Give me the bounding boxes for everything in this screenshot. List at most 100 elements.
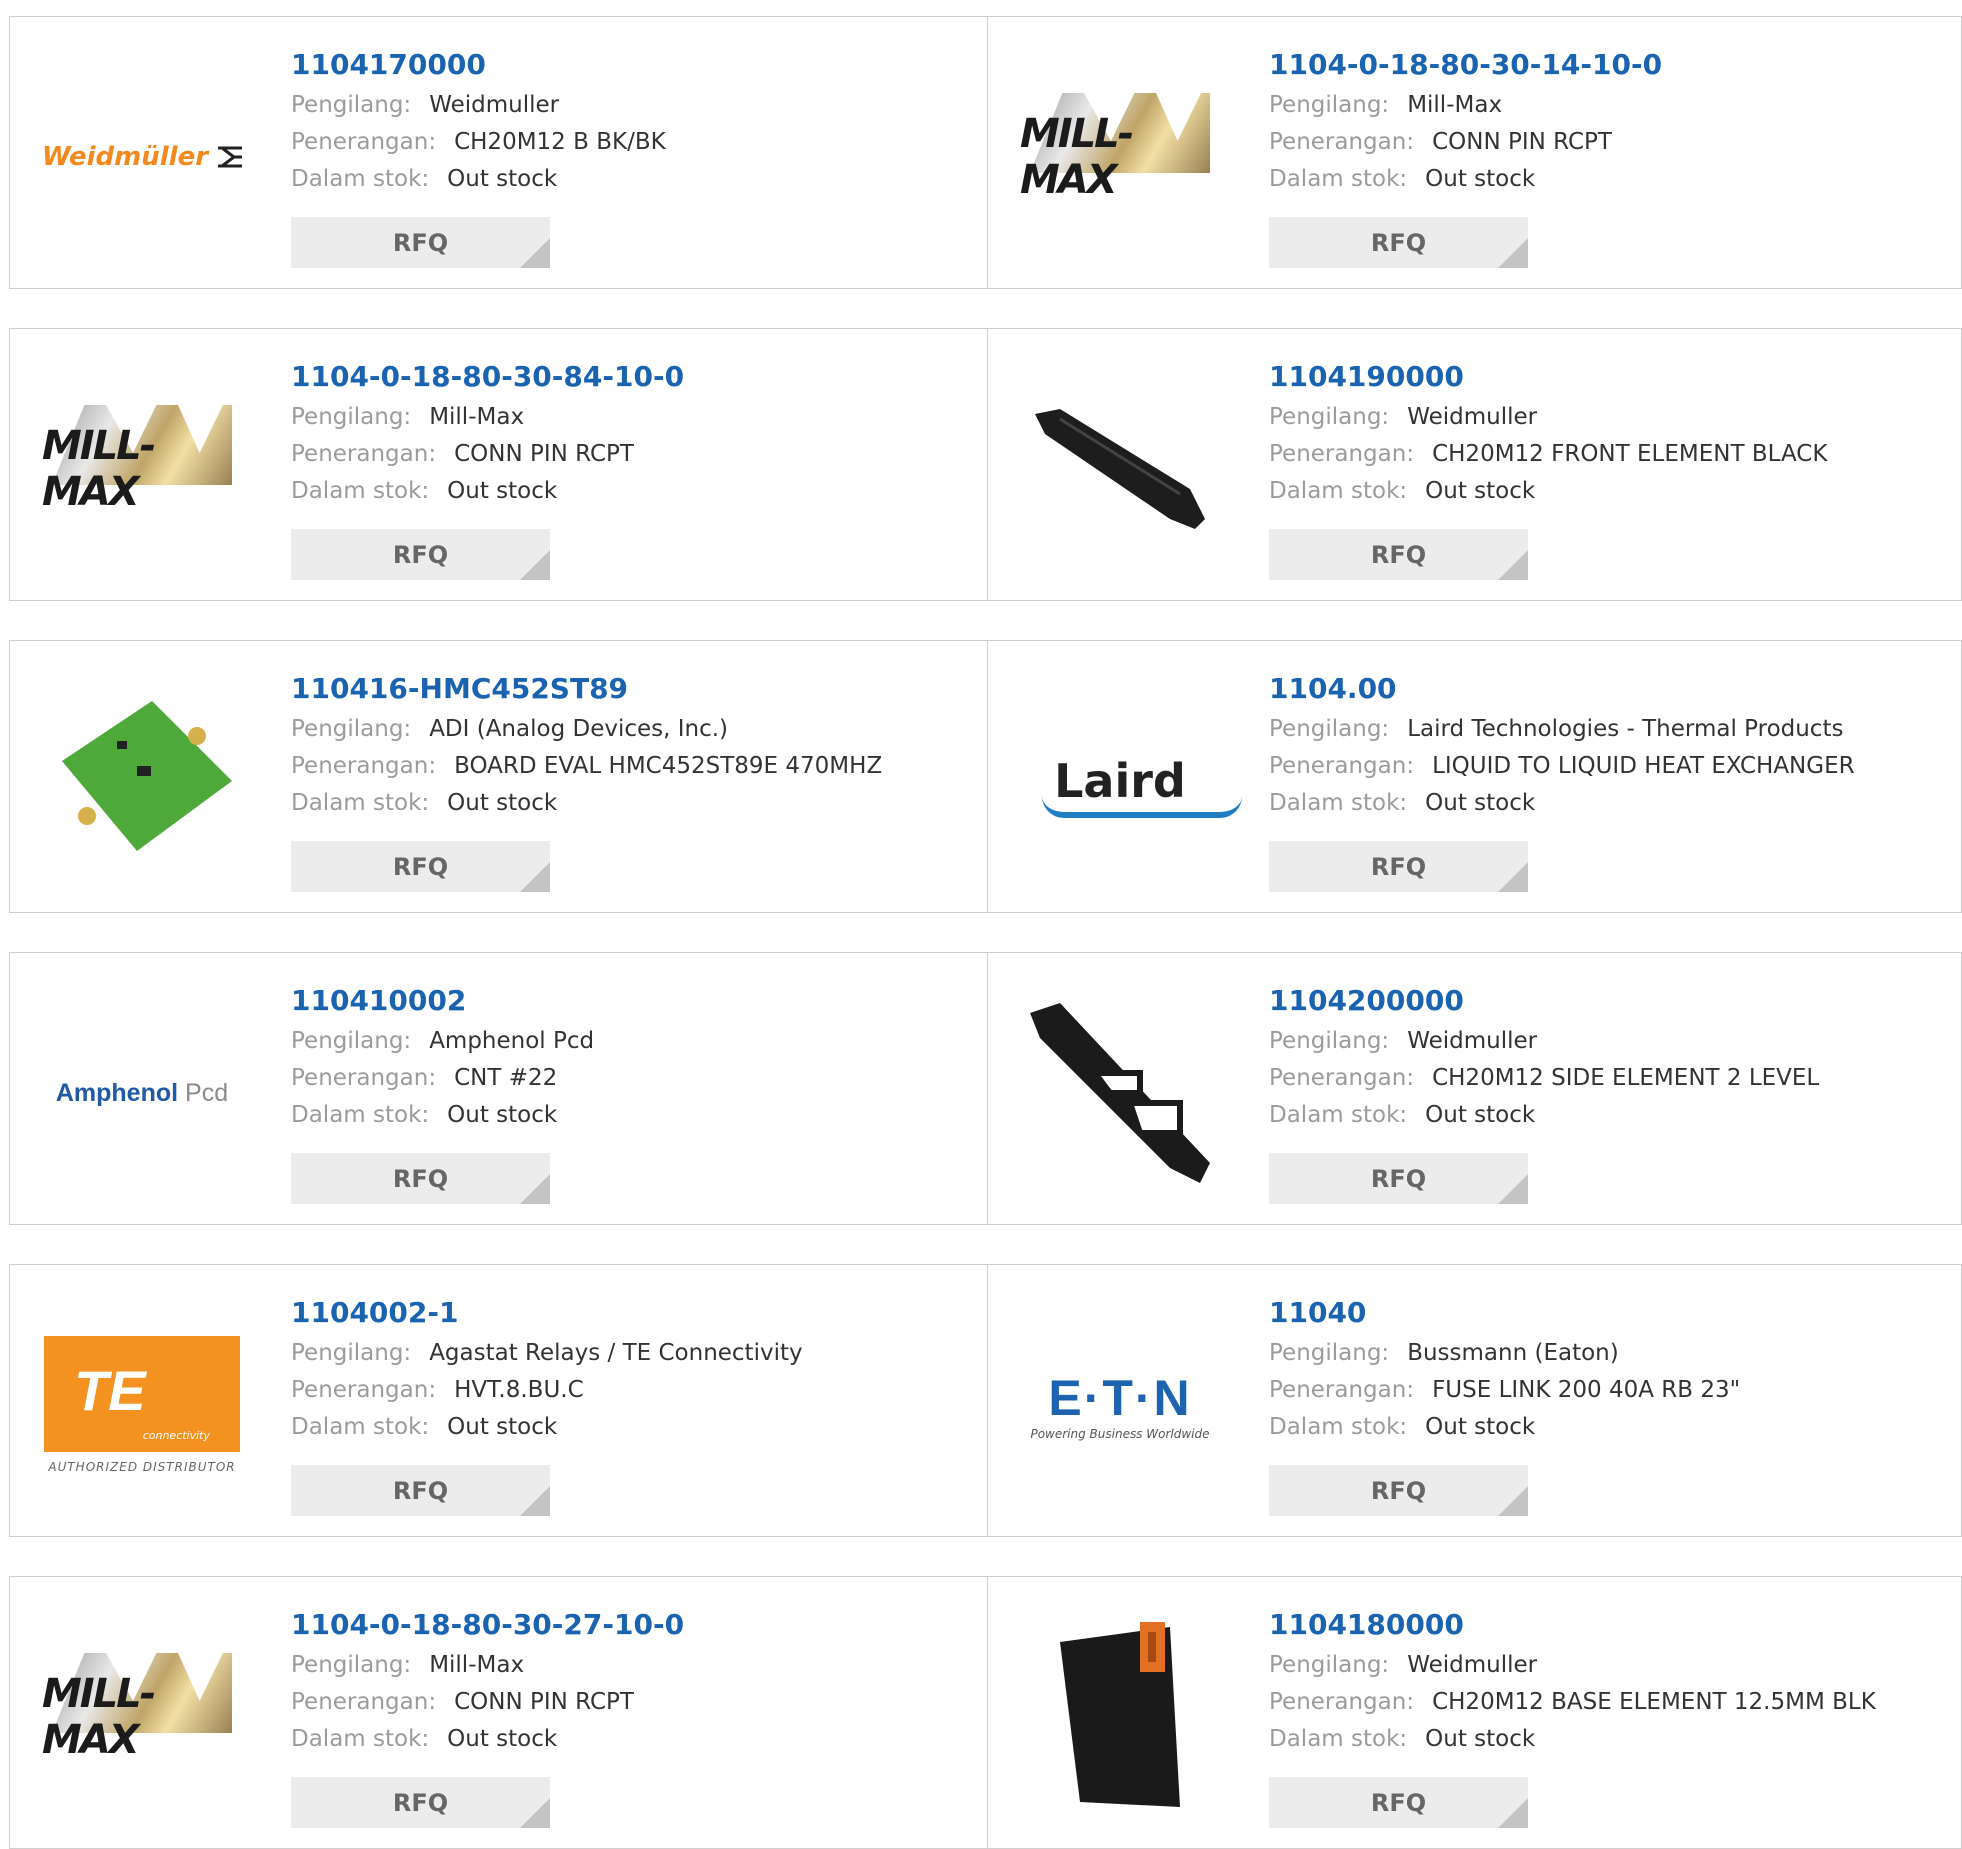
manufacturer-label: Pengilang: — [291, 1652, 412, 1678]
manufacturer-value: Mill-Max — [1407, 92, 1503, 118]
millmax-logo-text: MILL-MAX — [42, 1671, 156, 1763]
description-label: Penerangan: — [1269, 441, 1415, 467]
part-number-link[interactable]: 1104170000 — [291, 47, 666, 87]
product-card: MILL-MAX 1104-0-18-80-30-14-10-0 Pengila… — [987, 16, 1962, 289]
stock-label: Dalam stok: — [1269, 478, 1408, 504]
rfq-button[interactable]: RFQ — [291, 1153, 550, 1204]
millmax-logo-text: MILL-MAX — [1020, 111, 1134, 203]
description-value: CH20M12 B BK/BK — [454, 129, 666, 155]
description-value: CH20M12 FRONT ELEMENT BLACK — [1432, 441, 1828, 467]
part-number-link[interactable]: 1104200000 — [1269, 983, 1819, 1023]
rfq-button[interactable]: RFQ — [291, 841, 550, 892]
product-row: Weidmüller 1104170000 Pengilang: Weidmull… — [9, 16, 1962, 289]
stock-label: Dalam stok: — [291, 166, 430, 192]
stock-value: Out stock — [447, 166, 558, 192]
description-label: Penerangan: — [1269, 753, 1415, 779]
description-value: BOARD EVAL HMC452ST89E 470MHZ — [454, 753, 883, 779]
rfq-button[interactable]: RFQ — [1269, 217, 1528, 268]
description-value: CONN PIN RCPT — [454, 441, 634, 467]
product-row: MILL-MAX 1104-0-18-80-30-27-10-0 Pengila… — [9, 1576, 1962, 1849]
rfq-button[interactable]: RFQ — [1269, 1465, 1528, 1516]
rfq-button[interactable]: RFQ — [1269, 529, 1528, 580]
manufacturer-label: Pengilang: — [1269, 1028, 1390, 1054]
rfq-button[interactable]: RFQ — [1269, 1153, 1528, 1204]
manufacturer-value: Mill-Max — [429, 1652, 525, 1678]
manufacturer-label: Pengilang: — [1269, 1652, 1390, 1678]
rfq-button[interactable]: RFQ — [1269, 1777, 1528, 1828]
product-card: Laird 1104.00 Pengilang: Laird Technologi… — [987, 640, 1962, 913]
product-card: 1104180000 Pengilang: Weidmuller Penerang… — [987, 1576, 1962, 1849]
stock-value: Out stock — [447, 790, 558, 816]
product-row: Amphenol Pcd 110410002 Pengilang: Ampheno… — [9, 952, 1962, 1225]
eaton-logo-text: E·T·N — [1048, 1370, 1192, 1426]
rfq-button[interactable]: RFQ — [1269, 841, 1528, 892]
stock-label: Dalam stok: — [1269, 1414, 1408, 1440]
rfq-button[interactable]: RFQ — [291, 529, 550, 580]
part-number-link[interactable]: 1104-0-18-80-30-27-10-0 — [291, 1607, 684, 1647]
rfq-button[interactable]: RFQ — [291, 1465, 550, 1516]
product-card: E·T·N Powering Business Worldwide 11040 … — [987, 1264, 1962, 1537]
stock-value: Out stock — [1425, 478, 1536, 504]
stock-label: Dalam stok: — [291, 1414, 430, 1440]
description-value: HVT.8.BU.C — [454, 1377, 584, 1403]
product-row: MILL-MAX 1104-0-18-80-30-84-10-0 Pengila… — [9, 328, 1962, 601]
rfq-button[interactable]: RFQ — [291, 1777, 550, 1828]
stock-value: Out stock — [1425, 1726, 1536, 1752]
description-label: Penerangan: — [1269, 1065, 1415, 1091]
description-value: FUSE LINK 200 40A RB 23" — [1432, 1377, 1741, 1403]
part-number-link[interactable]: 110410002 — [291, 983, 594, 1023]
product-card: 1104190000 Pengilang: Weidmuller Penerang… — [987, 328, 1962, 601]
product-row: TE connectivity AUTHORIZED DISTRIBUTOR 11… — [9, 1264, 1962, 1537]
te-logo-sub: connectivity — [142, 1429, 210, 1442]
front-element-image — [1035, 409, 1205, 529]
te-authorized-text: AUTHORIZED DISTRIBUTOR — [48, 1460, 236, 1474]
manufacturer-logo: Amphenol Pcd — [42, 993, 242, 1193]
manufacturer-label: Pengilang: — [291, 92, 412, 118]
eval-board-image — [62, 701, 232, 851]
product-image — [1020, 993, 1220, 1193]
part-number-link[interactable]: 1104190000 — [1269, 359, 1827, 399]
stock-value: Out stock — [1425, 166, 1536, 192]
millmax-logo-text: MILL-MAX — [42, 423, 156, 515]
description-value: CH20M12 BASE ELEMENT 12.5MM BLK — [1432, 1689, 1876, 1715]
description-value: LIQUID TO LIQUID HEAT EXCHANGER — [1432, 753, 1855, 779]
part-number-link[interactable]: 1104-0-18-80-30-84-10-0 — [291, 359, 684, 399]
product-card: 1104200000 Pengilang: Weidmuller Penerang… — [987, 952, 1962, 1225]
description-label: Penerangan: — [1269, 1689, 1415, 1715]
stock-value: Out stock — [447, 1102, 558, 1128]
manufacturer-value: Agastat Relays / TE Connectivity — [429, 1340, 803, 1366]
manufacturer-value: Weidmuller — [1407, 1028, 1538, 1054]
description-label: Penerangan: — [291, 753, 437, 779]
description-label: Penerangan: — [1269, 1377, 1415, 1403]
manufacturer-logo: MILL-MAX — [42, 1617, 242, 1817]
manufacturer-value: Weidmuller — [1407, 404, 1538, 430]
manufacturer-label: Pengilang: — [1269, 404, 1390, 430]
description-label: Penerangan: — [291, 129, 437, 155]
manufacturer-value: Mill-Max — [429, 404, 525, 430]
description-label: Penerangan: — [1269, 129, 1415, 155]
manufacturer-label: Pengilang: — [291, 1028, 412, 1054]
part-number-link[interactable]: 1104002-1 — [291, 1295, 803, 1335]
product-image — [42, 681, 242, 881]
description-label: Penerangan: — [291, 441, 437, 467]
eaton-tagline: Powering Business Worldwide — [1030, 1427, 1210, 1441]
part-number-link[interactable]: 110416-HMC452ST89 — [291, 671, 882, 711]
part-number-link[interactable]: 1104.00 — [1269, 671, 1855, 711]
part-number-link[interactable]: 1104-0-18-80-30-14-10-0 — [1269, 47, 1662, 87]
description-value: CONN PIN RCPT — [454, 1689, 634, 1715]
part-number-link[interactable]: 1104180000 — [1269, 1607, 1876, 1647]
manufacturer-logo: TE connectivity AUTHORIZED DISTRIBUTOR — [42, 1305, 242, 1505]
part-number-link[interactable]: 11040 — [1269, 1295, 1740, 1335]
base-element-image — [1060, 1622, 1180, 1807]
manufacturer-label: Pengilang: — [291, 404, 412, 430]
stock-value: Out stock — [447, 478, 558, 504]
manufacturer-label: Pengilang: — [1269, 716, 1390, 742]
manufacturer-logo: MILL-MAX — [1020, 57, 1220, 257]
rfq-button[interactable]: RFQ — [291, 217, 550, 268]
product-card: MILL-MAX 1104-0-18-80-30-84-10-0 Pengila… — [9, 328, 988, 601]
manufacturer-value: Bussmann (Eaton) — [1407, 1340, 1619, 1366]
weidmuller-logo-text: Weidmüller — [42, 142, 209, 172]
product-image — [1020, 369, 1220, 569]
manufacturer-label: Pengilang: — [291, 1340, 412, 1366]
side-element-image — [1030, 1003, 1210, 1183]
